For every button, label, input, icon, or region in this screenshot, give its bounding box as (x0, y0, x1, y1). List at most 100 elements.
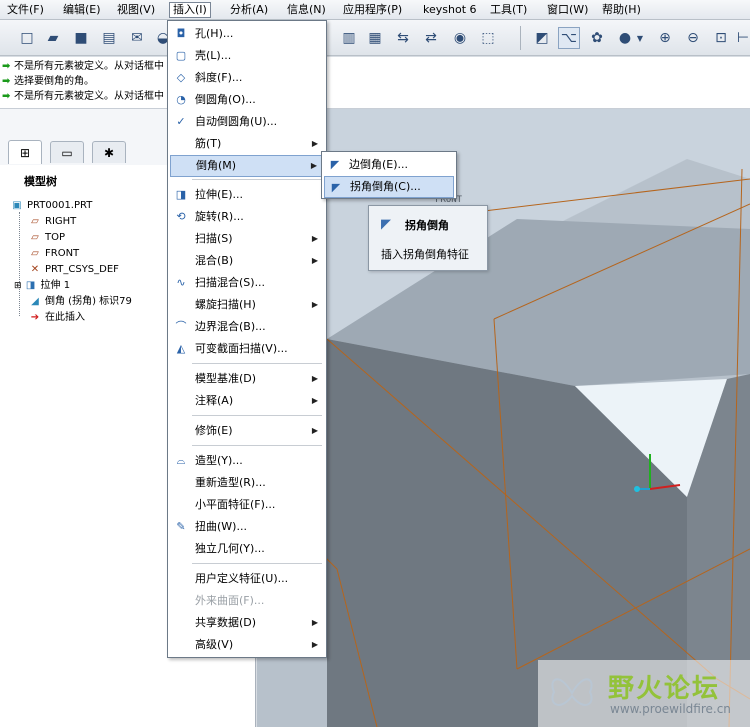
menu-item-shared-data[interactable]: 共享数据(D) ▶ (170, 612, 324, 634)
menu-file[interactable]: 文件(F) (4, 2, 47, 18)
tooltip-description: 插入拐角倒角特征 (381, 248, 469, 261)
menu-info[interactable]: 信息(N) (284, 2, 329, 18)
menu-help[interactable]: 帮助(H) (599, 2, 644, 18)
menu-item-shell[interactable]: ▢ 壳(L)... (170, 45, 324, 67)
regenerate-icon[interactable]: ⇆ (392, 27, 414, 49)
menu-insert[interactable]: 插入(I) (169, 2, 211, 18)
submenu-arrow-icon: ▶ (311, 374, 318, 383)
menu-item-annotation[interactable]: 注释(A) ▶ (170, 390, 324, 412)
spin-center-icon[interactable]: ⌥ (558, 27, 580, 49)
render-settings-icon[interactable]: ✿ (586, 27, 608, 49)
menu-item-revolve[interactable]: ⟲ 旋转(R)... (170, 206, 324, 228)
green-arrow-icon: ➡ (2, 61, 11, 72)
menu-item-restyle[interactable]: 重新造型(R)... (170, 472, 324, 494)
datum-plane-icon: ▱ (31, 248, 39, 259)
menu-item-model-datum[interactable]: 模型基准(D) ▶ (170, 368, 324, 390)
zoom-out-icon[interactable]: ⊖ (682, 27, 704, 49)
tooltip: ◤ 拐角倒角 插入拐角倒角特征 (368, 205, 488, 271)
new-file-icon[interactable]: □ (16, 27, 38, 49)
graphics-viewport[interactable]: FRONT (257, 109, 750, 727)
tree-item-right[interactable]: ▱ RIGHT (28, 214, 76, 230)
datum-display-icon[interactable]: ◩ (531, 27, 553, 49)
regen-manager-icon[interactable]: ⇄ (420, 27, 442, 49)
expand-plus-icon[interactable]: ⊞ (14, 281, 22, 291)
menu-item-label: 倒角(M) (196, 159, 237, 172)
menu-item-edge-chamfer[interactable]: ◤ 边倒角(E)... (324, 154, 454, 176)
tree-item-front[interactable]: ▱ FRONT (28, 246, 79, 262)
menu-analysis[interactable]: 分析(A) (227, 2, 271, 18)
menu-edit[interactable]: 编辑(E) (60, 2, 104, 18)
menu-item-label: 混合(B) (195, 254, 234, 267)
menu-keyshot[interactable]: keyshot 6 (420, 2, 480, 18)
tab-folder-browser[interactable]: ▭ (50, 141, 84, 163)
tab-model-tree[interactable]: ⊞ (8, 140, 42, 164)
menu-item-auto-round[interactable]: ✓ 自动倒圆角(U)... (170, 111, 324, 133)
menu-item-label: 注释(A) (195, 394, 234, 407)
menu-item-advanced[interactable]: 高级(V) ▶ (170, 634, 324, 656)
menu-item-corner-chamfer[interactable]: ◤ 拐角倒角(C)... (324, 176, 454, 198)
print-icon[interactable]: ▤ (98, 27, 120, 49)
save-icon[interactable]: ■ (70, 27, 92, 49)
edge-chamfer-icon: ◤ (330, 158, 340, 171)
menu-view[interactable]: 视图(V) (114, 2, 158, 18)
menu-item-label: 共享数据(D) (195, 616, 257, 629)
menu-item-boundary-blend[interactable]: ⌒ 边界混合(B)... (170, 316, 324, 338)
message-line: ➡ 不是所有元素被定义。从对话框中 (2, 59, 164, 75)
zoom-in-icon[interactable]: ⊕ (654, 27, 676, 49)
menu-item-cosmetic[interactable]: 修饰(E) ▶ (170, 420, 324, 442)
menu-item-facet-feature[interactable]: 小平面特征(F)... (170, 494, 324, 516)
orient-icon[interactable]: ⊢ (736, 27, 750, 49)
search-binoculars-icon[interactable]: ◉ (449, 27, 471, 49)
send-mail-icon[interactable]: ✉ (126, 27, 148, 49)
menu-item-hole[interactable]: ◘ 孔(H)... (170, 23, 324, 45)
chamfer-submenu: ◤ 边倒角(E)... ◤ 拐角倒角(C)... (321, 151, 457, 199)
menu-item-label: 边界混合(B)... (195, 320, 266, 333)
menu-item-extrude[interactable]: ◨ 拉伸(E)... (170, 184, 324, 206)
select-box-icon[interactable]: ⬚ (477, 27, 499, 49)
paste-special-icon[interactable]: ▦ (364, 27, 386, 49)
menu-item-rib[interactable]: 筋(T) ▶ (170, 133, 324, 155)
var-sweep-icon: ◭ (176, 342, 186, 355)
tree-item-extrude[interactable]: ⊞ ◨ 拉伸 1 (14, 278, 70, 294)
menu-window[interactable]: 窗口(W) (544, 2, 591, 18)
tree-item-top[interactable]: ▱ TOP (28, 230, 65, 246)
model-tree-title: 模型树 (24, 175, 57, 188)
menu-item-sweep[interactable]: 扫描(S) ▶ (170, 228, 324, 250)
menu-item-chamfer[interactable]: 倒角(M) ▶ (170, 155, 324, 177)
shading-sphere-icon[interactable]: ● (614, 27, 636, 49)
menu-item-swept-blend[interactable]: ∿ 扫描混合(S)... (170, 272, 324, 294)
menu-item-blend[interactable]: 混合(B) ▶ (170, 250, 324, 272)
shell-icon: ▢ (175, 49, 187, 62)
menu-tools[interactable]: 工具(T) (487, 2, 530, 18)
warp-icon: ✎ (176, 520, 186, 533)
menu-item-draft[interactable]: ◇ 斜度(F)... (170, 67, 324, 89)
tab-favorites[interactable]: ✱ (92, 141, 126, 163)
tree-item-part[interactable]: ▣ PRT0001.PRT (10, 198, 92, 214)
menu-item-label: 扭曲(W)... (195, 520, 247, 533)
menu-item-style[interactable]: ⌓ 造型(Y)... (170, 450, 324, 472)
menu-separator (192, 445, 322, 446)
menu-applications[interactable]: 应用程序(P) (340, 2, 405, 18)
favorites-icon: ✱ (103, 145, 115, 160)
menu-item-round[interactable]: ◔ 倒圆角(O)... (170, 89, 324, 111)
menu-separator (192, 415, 322, 416)
tree-item-csys[interactable]: ✕ PRT_CSYS_DEF (28, 262, 119, 278)
tree-item-insert-here[interactable]: ➔ 在此插入 (28, 310, 85, 326)
tree-item-chamfer[interactable]: ◢ 倒角 (拐角) 标识79 (28, 294, 132, 310)
menu-item-label: 小平面特征(F)... (195, 498, 276, 511)
chevron-down-icon[interactable]: ▼ (634, 27, 646, 49)
menu-item-var-sweep[interactable]: ◭ 可变截面扫描(V)... (170, 338, 324, 360)
message-text: 不是所有元素被定义。从对话框中 (14, 91, 164, 102)
draft-icon: ◇ (176, 71, 186, 84)
menu-item-warp[interactable]: ✎ 扭曲(W)... (170, 516, 324, 538)
round-icon: ◔ (176, 93, 186, 106)
revolve-icon: ⟲ (176, 210, 186, 223)
refit-icon[interactable]: ⊡ (710, 27, 732, 49)
menu-item-udf[interactable]: 用户定义特征(U)... (170, 568, 324, 590)
open-folder-icon[interactable]: ▰ (42, 27, 64, 49)
menu-item-independent-geometry[interactable]: 独立几何(Y)... (170, 538, 324, 560)
menu-item-helical-sweep[interactable]: 螺旋扫描(H) ▶ (170, 294, 324, 316)
menu-separator (192, 563, 322, 564)
paste-icon[interactable]: ▥ (338, 27, 360, 49)
submenu-arrow-icon: ▶ (311, 426, 318, 435)
